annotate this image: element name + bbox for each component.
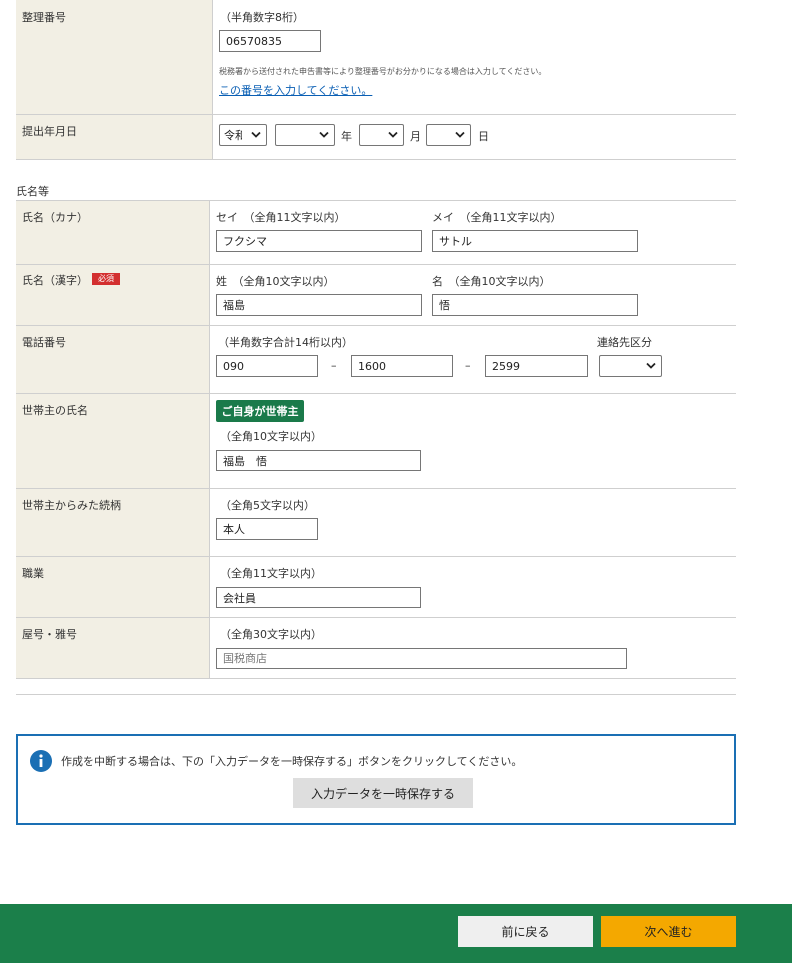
shokugyo-input[interactable]: [216, 587, 421, 608]
kana-sei-input[interactable]: [216, 230, 422, 252]
seiri-hint: （半角数字8桁）: [220, 11, 304, 24]
shokugyo-hint: （全角11文字以内）: [220, 567, 322, 580]
divider: [16, 264, 736, 265]
day-unit: 日: [478, 130, 489, 143]
chevron-down-icon: [251, 131, 261, 138]
kana-label: 氏名（カナ）: [22, 211, 88, 224]
yago-input[interactable]: [216, 648, 627, 669]
contact-type-select[interactable]: [599, 355, 662, 377]
phone-dash: –: [331, 359, 337, 372]
phone-part3-input[interactable]: [485, 355, 588, 377]
divider: [16, 488, 736, 489]
era-select[interactable]: 令和: [219, 124, 267, 146]
seiri-input[interactable]: [219, 30, 321, 52]
zokugara-hint: （全角5文字以内）: [220, 499, 315, 512]
era-value: 令和: [224, 129, 242, 142]
year-select[interactable]: [275, 124, 335, 146]
phone-label: 電話番号: [22, 336, 66, 349]
divider: [16, 159, 736, 160]
self-householder-button[interactable]: ご自身が世帯主: [216, 400, 304, 422]
phone-hint: （半角数字合計14桁以内）: [218, 336, 353, 349]
month-select[interactable]: [359, 124, 404, 146]
yago-hint: （全角30文字以内）: [220, 628, 322, 641]
save-temp-button[interactable]: 入力データを一時保存する: [293, 778, 473, 808]
shokugyo-label-cell: [16, 557, 209, 617]
divider: [16, 393, 736, 394]
kanji-sei-hint: 姓 （全角10文字以内）: [216, 275, 335, 288]
chevron-down-icon: [319, 131, 329, 138]
info-message: 作成を中断する場合は、下の「入力データを一時保存する」ボタンをクリックしてくださ…: [61, 755, 523, 768]
phone-dash: –: [465, 359, 471, 372]
kanji-mei-hint: 名 （全角10文字以内）: [432, 275, 551, 288]
chevron-down-icon: [388, 131, 398, 138]
divider: [212, 0, 213, 159]
contact-type-label: 連絡先区分: [597, 336, 652, 349]
divider: [16, 114, 736, 115]
back-button[interactable]: 前に戻る: [458, 916, 593, 947]
kana-sei-hint: セイ （全角11文字以内）: [216, 211, 346, 224]
seiri-note: 税務署から送付された申告書等により整理番号がお分かりになる場合は入力してください…: [219, 67, 547, 76]
kanji-label: 氏名（漢字）: [22, 274, 88, 287]
kanji-sei-input[interactable]: [216, 294, 422, 316]
phone-part1-input[interactable]: [216, 355, 318, 377]
kana-mei-hint: メイ （全角11文字以内）: [432, 211, 562, 224]
shokugyo-label: 職業: [22, 567, 44, 580]
zokugara-input[interactable]: [216, 518, 318, 540]
seiri-link[interactable]: この番号を入力してください。: [219, 82, 372, 98]
setainushi-input[interactable]: [216, 450, 421, 471]
teishutsu-label: 提出年月日: [22, 125, 77, 138]
kana-mei-input[interactable]: [432, 230, 638, 252]
chevron-down-icon: [646, 362, 656, 369]
divider: [16, 325, 736, 326]
day-select[interactable]: [426, 124, 471, 146]
setainushi-hint: （全角10文字以内）: [220, 430, 322, 443]
month-unit: 月: [410, 130, 421, 143]
divider: [16, 678, 736, 679]
section-title: 氏名等: [16, 185, 49, 198]
chevron-down-icon: [455, 131, 465, 138]
divider: [209, 200, 210, 678]
divider: [16, 694, 736, 695]
divider: [16, 200, 736, 201]
divider: [16, 556, 736, 557]
zokugara-label: 世帯主からみた続柄: [22, 499, 121, 512]
required-badge: 必須: [92, 273, 120, 285]
seiri-label: 整理番号: [22, 11, 66, 24]
divider: [16, 617, 736, 618]
kanji-mei-input[interactable]: [432, 294, 638, 316]
year-unit: 年: [341, 130, 352, 143]
info-icon: [30, 750, 52, 772]
next-button[interactable]: 次へ進む: [601, 916, 736, 947]
setainushi-label: 世帯主の氏名: [22, 404, 88, 417]
yago-label: 屋号・雅号: [22, 628, 77, 641]
phone-part2-input[interactable]: [351, 355, 453, 377]
